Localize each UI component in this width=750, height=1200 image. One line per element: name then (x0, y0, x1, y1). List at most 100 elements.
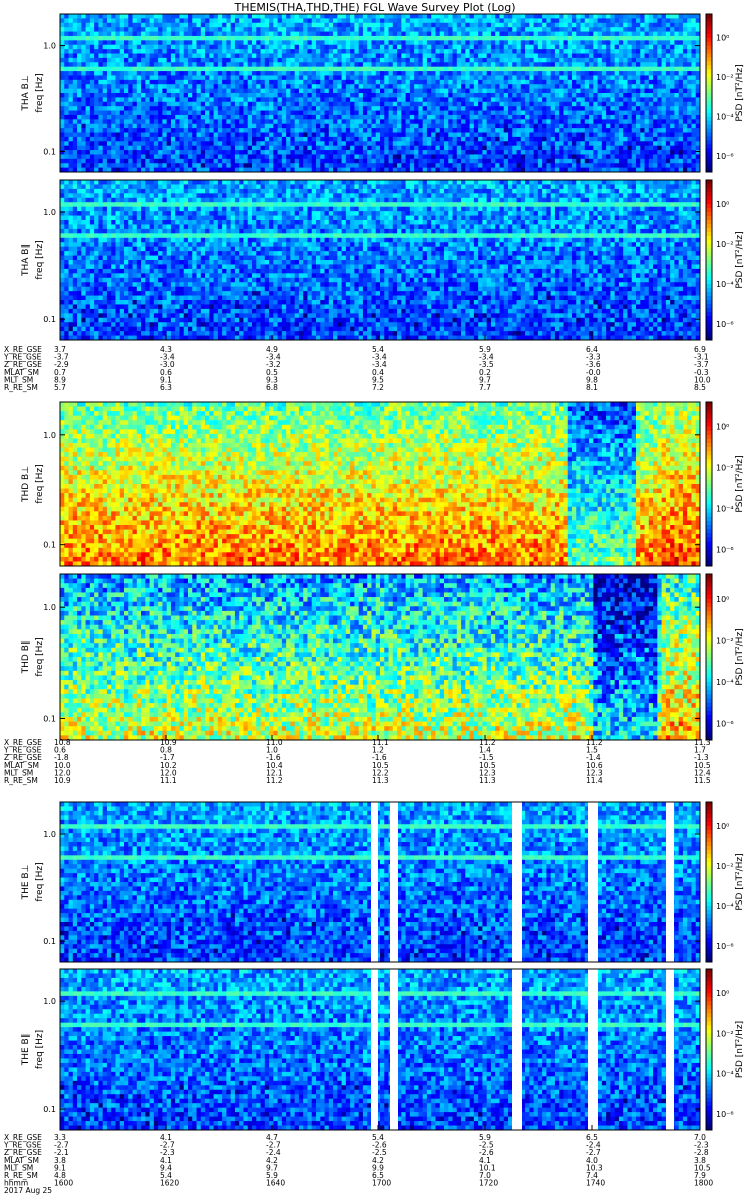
colorbar-label: PSD [nT²/Hz] (735, 455, 745, 512)
y-tick-label: 1.0 (43, 42, 56, 51)
colorbar-tick-label: 10⁻² (716, 1029, 734, 1038)
wave-survey-figure: THEMIS(THA,THD,THE) FGL Wave Survey Plot… (0, 0, 750, 1200)
panel-probe-label: THD B∥ (21, 641, 31, 675)
y-tick-label: 1.0 (43, 603, 56, 612)
colorbar-tick-label: 10⁰ (716, 200, 729, 209)
y-tick-label: 1.0 (43, 997, 56, 1006)
time-tick-label: 1700 (372, 1179, 391, 1188)
colorbar-tick-label: 10⁻⁴ (716, 902, 734, 911)
data-gap (666, 802, 674, 962)
spectrogram-panel-2: 1.0 0.1 THA B∥ freq [Hz] 10⁰ 10⁻² 10⁻⁴ 10⁻⁶ PSD … (21, 180, 745, 341)
spectrogram-image-4 (60, 574, 700, 740)
colorbar-tick-label: 10⁰ (716, 822, 729, 831)
panel-probe-label: THE B∥ (21, 1034, 31, 1067)
colorbar-tick-label: 10⁻⁶ (716, 546, 734, 555)
date-label: 2017 Aug 25 (4, 1186, 52, 1195)
colorbar-4: 10⁰ 10⁻² 10⁻⁴ 10⁻⁶ PSD [nT²/Hz] (706, 574, 745, 741)
ephemeris-value: 5.7 (54, 383, 66, 392)
ephemeris-value: 6.8 (266, 383, 278, 392)
colorbar-tick-label: 10⁻⁴ (716, 113, 734, 122)
spectrogram-svg: THEMIS(THA,THD,THE) FGL Wave Survey Plot… (0, 0, 750, 1200)
y-tick-label: 1.0 (43, 431, 56, 440)
ephemeris-value: 11.3 (372, 776, 389, 785)
colorbar-tick-label: 10⁻² (716, 464, 734, 473)
spectrogram-panel-1: 1.00.1THA B⊥ freq [Hz]10⁰10⁻²10⁻⁴10⁻⁶PSD … (21, 14, 745, 173)
panel-probe-label: THE B⊥ (21, 864, 31, 900)
time-tick-label: 1720 (479, 1179, 498, 1188)
ephemeris-row-label: R_RE_SM (4, 776, 38, 785)
ephemeris-value: 6.3 (160, 383, 172, 392)
colorbar-tick-label: 10⁰ (716, 595, 729, 604)
colorbar-tick-label: 10⁻⁶ (716, 719, 734, 728)
ephemeris-value: 7.2 (372, 383, 384, 392)
data-gap (588, 802, 598, 962)
time-tick-label: 1640 (266, 1179, 285, 1188)
colorbar-tick-label: 10⁻⁴ (716, 678, 734, 687)
spectrogram-panel-6: 1.0 0.1 THE B∥ freq [Hz] 10⁰ 10⁻² 10⁻⁴ 10⁻⁶ PSD … (21, 969, 745, 1131)
time-tick-label: 1600 (54, 1179, 73, 1188)
colorbar-label: PSD [nT²/Hz] (735, 231, 745, 288)
panel-probe-label: THD B⊥ (21, 466, 31, 503)
panel-freq-label: freq [Hz] (35, 1030, 45, 1069)
y-tick-label: 0.1 (43, 315, 56, 324)
colorbar-label: PSD [nT²/Hz] (735, 628, 745, 685)
colorbar-tick-label: 10⁰ (716, 989, 729, 998)
y-tick-label: 0.1 (43, 1105, 56, 1114)
colorbar-tick-label: 10⁰ (716, 34, 729, 43)
ephemeris-value: 8.1 (586, 383, 598, 392)
colorbar-1: 10⁰10⁻²10⁻⁴10⁻⁶PSD [nT²/Hz] (706, 14, 745, 173)
ephemeris-tha: X_RE_GSE 3.7 4.3 4.9 5.4 5.9 6.4 6.9Y_RE_GSE -3.… (3, 335, 711, 392)
colorbar-label: PSD [nT²/Hz] (735, 1021, 745, 1078)
time-tick-label: 1740 (586, 1179, 605, 1188)
colorbar-tick-label: 10⁰ (716, 423, 729, 432)
time-tick-label: 1620 (160, 1179, 179, 1188)
y-tick-label: 0.1 (43, 937, 56, 946)
panel-freq-label: freq [Hz] (35, 73, 45, 112)
data-gap (666, 969, 674, 1130)
data-gap (371, 969, 378, 1130)
panel-probe-label: THA B⊥ (21, 75, 31, 111)
spectrogram-image-5 (60, 802, 700, 962)
spectrogram-image-1 (60, 14, 700, 172)
data-gap (512, 802, 522, 962)
colorbar-tick-label: 10⁻² (716, 862, 734, 871)
panel-freq-label: freq [Hz] (35, 862, 45, 901)
panel-freq-label: freq [Hz] (35, 637, 45, 676)
spectrogram-panel-4: 1.0 0.1 THD B∥ freq [Hz] 10⁰ 10⁻² 10⁻⁴ 10⁻⁶ PSD … (21, 574, 745, 741)
ephemeris-row-label: R_RE_SM (4, 383, 38, 392)
spectrogram-panel-5: 1.00.1THE B⊥ freq [Hz]10⁰10⁻²10⁻⁴10⁻⁶PSD … (21, 802, 745, 963)
ephemeris-value: 8.5 (694, 383, 706, 392)
colorbar-3: 10⁰ 10⁻² 10⁻⁴ 10⁻⁶ PSD [nT²/Hz] (706, 402, 745, 567)
colorbar-tick-label: 10⁻⁶ (716, 152, 734, 161)
y-tick-label: 0.1 (43, 147, 56, 156)
ephemeris-value: 7.7 (479, 383, 491, 392)
colorbar-tick-label: 10⁻⁶ (716, 1110, 734, 1119)
y-tick-label: 1.0 (43, 830, 56, 839)
data-gap (512, 969, 522, 1130)
panel-freq-label: freq [Hz] (35, 240, 45, 279)
ephemeris-the: X_RE_GSE 3.3 4.1 4.7 5.4 5.9 6.5 7.0Y_RE_GSE -2.… (3, 1125, 713, 1195)
y-tick-label: 1.0 (43, 208, 56, 217)
colorbar-label: PSD [nT²/Hz] (735, 853, 745, 910)
y-tick-label: 0.1 (43, 714, 56, 723)
colorbar-tick-label: 10⁻² (716, 240, 734, 249)
colorbar-tick-label: 10⁻² (716, 636, 734, 645)
ephemeris-value: 11.5 (694, 776, 711, 785)
panel-probe-label: THA B∥ (21, 244, 31, 277)
spectrogram-image-6 (60, 969, 700, 1130)
spectrogram-panel-3: 1.00.1THD B⊥ freq [Hz]10⁰10⁻²10⁻⁴10⁻⁶PSD … (21, 402, 745, 567)
colorbar-tick-label: 10⁻² (716, 73, 734, 82)
spectrogram-panels: 1.0 0.1 THA B⊥ freq [Hz] 10⁰ 10⁻² 10⁻⁴ 10⁻⁶ PSD … (21, 14, 745, 1131)
colorbar-tick-label: 10⁻⁶ (716, 320, 734, 329)
data-gap (371, 802, 378, 962)
colorbar-tick-label: 10⁻⁴ (716, 505, 734, 514)
colorbar-tick-label: 10⁻⁴ (716, 280, 734, 289)
figure-title: THEMIS(THA,THD,THE) FGL Wave Survey Plot… (233, 1, 515, 14)
spectrogram-image-2 (60, 180, 700, 340)
colorbar-tick-label: 10⁻⁴ (716, 1070, 734, 1079)
ephemeris-value: 11.1 (160, 776, 177, 785)
colorbar-6: 10⁰ 10⁻² 10⁻⁴ 10⁻⁶ PSD [nT²/Hz] (706, 969, 745, 1131)
data-gap (390, 969, 398, 1130)
data-gap (588, 969, 598, 1130)
colorbar-2: 10⁰ 10⁻² 10⁻⁴ 10⁻⁶ PSD [nT²/Hz] (706, 180, 745, 341)
